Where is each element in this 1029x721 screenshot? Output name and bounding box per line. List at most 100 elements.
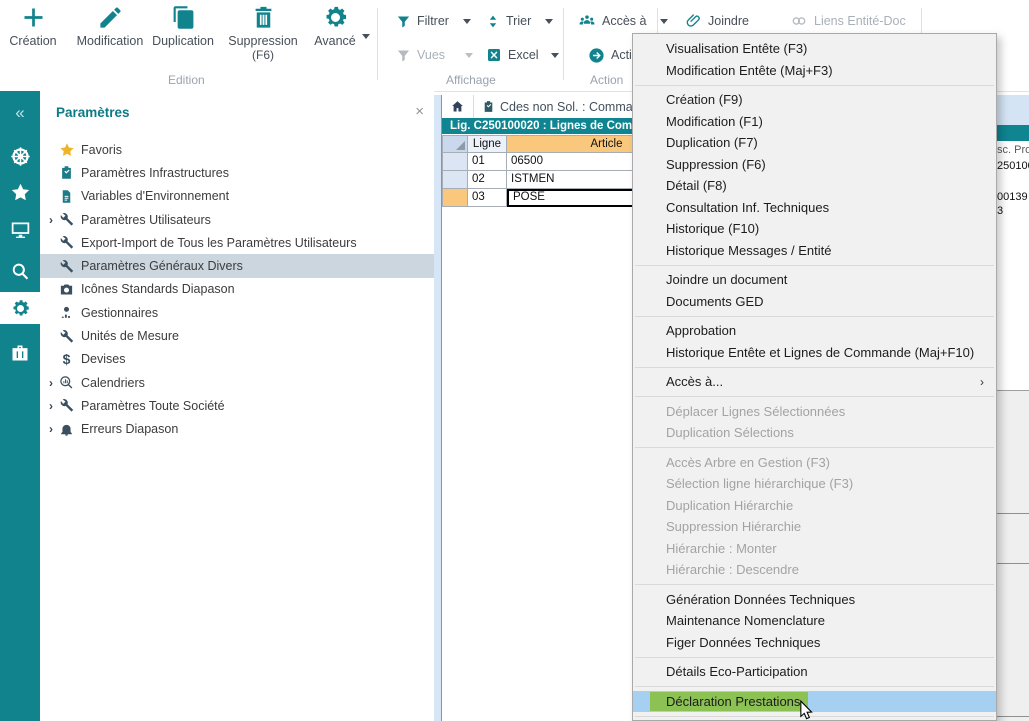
avance-dropdown-caret[interactable] <box>362 34 370 39</box>
expander-chevron-icon[interactable]: › <box>44 422 58 436</box>
menu-item-creation[interactable]: Création (F9) <box>633 89 996 111</box>
ligne-cell[interactable]: 01 <box>468 153 507 171</box>
acces-a-button[interactable]: Accès à <box>578 10 668 32</box>
parametres-panel: Paramètres × Favoris Paramètres Infrastr… <box>40 91 434 721</box>
rail-search-item[interactable] <box>0 254 40 288</box>
briefcase-icon <box>10 343 30 363</box>
trash-icon <box>250 4 277 31</box>
tree-item-icones-standards-diapason[interactable]: Icônes Standards Diapason <box>40 278 434 301</box>
creation-button[interactable]: Création <box>0 4 72 48</box>
pane-splitter[interactable] <box>434 95 441 721</box>
suppression-button[interactable]: Suppression (F6) <box>224 4 302 62</box>
rail-settings-item-active[interactable] <box>0 292 40 324</box>
menu-separator <box>633 444 996 452</box>
gear-icon <box>10 298 31 319</box>
menu-item-deplacer-lignes-selectionnees: Déplacer Lignes Sélectionnées <box>633 401 996 423</box>
org-chart-icon <box>578 13 596 29</box>
tree-item-parametres-toute-societe[interactable]: › Paramètres Toute Société <box>40 394 434 417</box>
clipped-value: 250100 <box>997 160 1029 172</box>
rail-wheel-item[interactable] <box>0 139 40 173</box>
select-all-corner-cell[interactable] <box>442 135 468 153</box>
menu-item-historique-messages-entite[interactable]: Historique Messages / Entité <box>633 240 996 262</box>
menu-item-detail[interactable]: Détail (F8) <box>633 175 996 197</box>
menu-item-modification-entete[interactable]: Modification Entête (Maj+F3) <box>633 60 996 82</box>
vues-caret <box>465 53 473 58</box>
menu-item-visualisation-entete[interactable]: Visualisation Entête (F3) <box>633 38 996 60</box>
menu-item-duplication[interactable]: Duplication (F7) <box>633 132 996 154</box>
excel-button[interactable]: Excel <box>486 44 559 66</box>
star-icon <box>58 141 75 158</box>
menu-item-selection-ligne-hierarchique: Sélection ligne hiérarchique (F3) <box>633 473 996 495</box>
home-tab[interactable] <box>442 95 474 118</box>
menu-item-historique-entete-lignes[interactable]: Historique Entête et Lignes de Commande … <box>633 342 996 364</box>
duplication-label: Duplication <box>144 34 222 48</box>
submenu-arrow-icon: › <box>980 375 984 389</box>
column-header-ligne[interactable]: Ligne <box>468 135 507 153</box>
close-icon[interactable]: × <box>415 103 424 120</box>
menu-item-maintenance-nomenclature[interactable]: Maintenance Nomenclature <box>633 610 996 632</box>
tree-item-erreurs-diapason[interactable]: › Erreurs Diapason <box>40 418 434 441</box>
parametres-tree: Favoris Paramètres Infrastructures Varia… <box>40 138 434 441</box>
menu-item-generation-donnees-techniques[interactable]: Génération Données Techniques <box>633 589 996 611</box>
excel-label: Excel <box>508 48 539 62</box>
menu-item-documents-ged[interactable]: Documents GED <box>633 291 996 313</box>
row-selector-current[interactable] <box>442 189 468 207</box>
plus-icon <box>20 4 47 31</box>
tree-item-parametres-infrastructures[interactable]: Paramètres Infrastructures <box>40 161 434 184</box>
acces-a-caret[interactable] <box>660 19 668 24</box>
collapse-panel-button[interactable]: « <box>0 103 40 123</box>
home-icon <box>450 99 465 114</box>
menu-item-acces-a[interactable]: Accès à...› <box>633 371 996 393</box>
menu-item-details-eco-participation[interactable]: Détails Eco-Participation <box>633 661 996 683</box>
rail-favorites-item[interactable] <box>0 175 40 209</box>
ligne-cell[interactable]: 02 <box>468 171 507 189</box>
menu-item-figer-donnees-techniques[interactable]: Figer Données Techniques <box>633 632 996 654</box>
tree-item-variables-environnement[interactable]: Variables d'Environnement <box>40 185 434 208</box>
acces-a-label: Accès à <box>602 14 646 28</box>
tree-item-gestionnaires[interactable]: Gestionnaires <box>40 301 434 324</box>
tree-item-favoris[interactable]: Favoris <box>40 138 434 161</box>
tree-item-export-import[interactable]: Export-Import de Tous les Paramètres Uti… <box>40 231 434 254</box>
trier-caret[interactable] <box>545 19 553 24</box>
tree-item-devises[interactable]: $ Devises <box>40 348 434 371</box>
expander-chevron-icon[interactable]: › <box>44 399 58 413</box>
trier-button[interactable]: Trier <box>486 10 553 32</box>
star-icon <box>10 182 31 203</box>
filtrer-caret[interactable] <box>463 19 471 24</box>
menu-item-approbation[interactable]: Approbation <box>633 320 996 342</box>
corner-triangle-icon <box>456 141 465 150</box>
tab-cdes-non-sol[interactable]: Cdes non Sol. : Comma <box>474 95 641 118</box>
liens-entite-doc-label: Liens Entité-Doc <box>814 14 906 28</box>
menu-item-suppression[interactable]: Suppression (F6) <box>633 154 996 176</box>
modification-button[interactable]: Modification <box>71 4 149 48</box>
search-icon <box>10 261 31 282</box>
tree-item-parametres-utilisateurs[interactable]: › Paramètres Utilisateurs <box>40 208 434 231</box>
expander-chevron-icon[interactable]: › <box>44 376 58 390</box>
tab-label: Cdes non Sol. : Comma <box>500 100 633 114</box>
row-selector[interactable] <box>442 153 468 171</box>
liens-entite-doc-button-disabled: Liens Entité-Doc <box>790 10 906 32</box>
wrench-icon <box>58 211 75 228</box>
expander-chevron-icon[interactable]: › <box>44 213 58 227</box>
menu-item-modification[interactable]: Modification (F1) <box>633 111 996 133</box>
tree-item-unites-de-mesure[interactable]: Unités de Mesure <box>40 324 434 347</box>
rail-briefcase-item[interactable] <box>0 336 40 370</box>
left-icon-rail: « <box>0 91 40 721</box>
ligne-cell[interactable]: 03 <box>468 189 507 207</box>
row-selector[interactable] <box>442 171 468 189</box>
tree-item-calendriers[interactable]: › Calendriers <box>40 371 434 394</box>
joindre-button[interactable]: Joindre <box>686 10 749 32</box>
menu-item-historique[interactable]: Historique (F10) <box>633 218 996 240</box>
filtrer-button[interactable]: Filtrer <box>396 10 471 32</box>
menu-item-joindre-un-document[interactable]: Joindre un document <box>633 269 996 291</box>
duplication-button[interactable]: Duplication <box>144 4 222 48</box>
rail-monitor-item[interactable] <box>0 212 40 246</box>
menu-item-consultation-inf-techniques[interactable]: Consultation Inf. Techniques <box>633 197 996 219</box>
excel-caret[interactable] <box>551 53 559 58</box>
menu-separator <box>633 312 996 320</box>
monitor-icon <box>10 219 31 240</box>
tree-item-parametres-generaux-divers-selected[interactable]: Paramètres Généraux Divers <box>40 254 434 277</box>
edition-group-label: Edition <box>168 73 205 87</box>
filtrer-label: Filtrer <box>417 14 449 28</box>
avance-button[interactable]: Avancé <box>296 4 374 48</box>
